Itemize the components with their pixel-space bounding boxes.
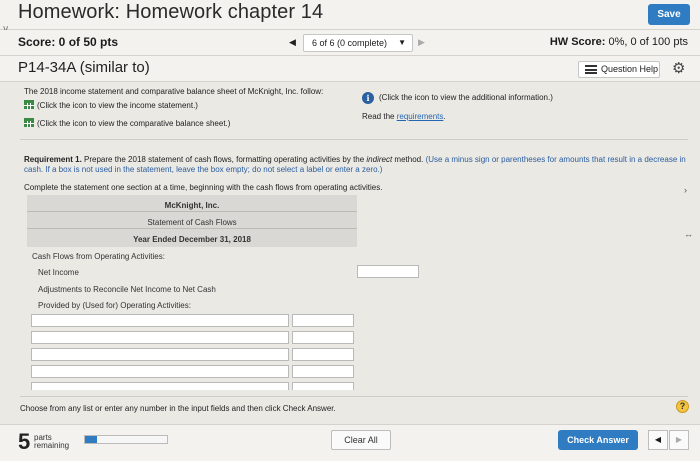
resize-handle-icon[interactable]: ↔: [684, 229, 693, 239]
requirement-body-end: method.: [392, 155, 424, 164]
operating-section-label: Cash Flows from Operating Activities:: [32, 252, 165, 261]
question-content: The 2018 income statement and comparativ…: [0, 82, 700, 424]
net-income-label: Net Income: [38, 268, 79, 277]
parts-remaining-label: parts remaining: [34, 434, 69, 450]
score-bar: Score: 0 of 50 pts ◀ 6 of 6 (0 complete)…: [0, 30, 700, 56]
hw-score-value: 0%, 0 of 100 pts: [608, 36, 689, 48]
account-select[interactable]: [31, 382, 289, 390]
divider: [20, 139, 688, 140]
intro-text: The 2018 income statement and comparativ…: [24, 87, 324, 96]
requirement-method: indirect: [366, 155, 393, 164]
requirement-text: Requirement 1. Prepare the 2018 statemen…: [24, 155, 686, 175]
account-select[interactable]: [31, 365, 289, 378]
table-icon: [24, 118, 34, 127]
parts-progress-bar: [84, 435, 168, 444]
question-help-label: Question Help: [601, 64, 659, 74]
problem-bar: P14-34A (similar to) Question Help ⚙: [0, 56, 700, 82]
company-name: McKnight, Inc.: [164, 201, 220, 210]
next-part-icon[interactable]: ▶: [669, 430, 689, 450]
read-suffix: .: [443, 112, 446, 121]
previous-part-icon[interactable]: ◀: [648, 430, 668, 450]
title-bar: Homework: Homework chapter 14 Save ∨: [0, 0, 700, 35]
complete-instruction: Complete the statement one section at a …: [24, 183, 383, 192]
list-icon: [585, 65, 597, 74]
save-button[interactable]: Save: [648, 4, 690, 25]
read-requirements: Read the requirements.: [362, 112, 446, 121]
gear-icon[interactable]: ⚙: [672, 59, 685, 77]
read-prefix: Read the: [362, 112, 397, 121]
table-icon: [24, 100, 34, 109]
footer: 5 parts remaining Clear All Check Answer…: [0, 424, 700, 461]
net-income-input[interactable]: [357, 265, 419, 278]
statement-name: Statement of Cash Flows: [147, 218, 237, 227]
divider: [20, 396, 688, 397]
income-statement-link-label: (Click the icon to view the income state…: [37, 101, 198, 110]
adjustments-label: Adjustments to Reconcile Net Income to N…: [38, 285, 216, 294]
divider: [27, 228, 357, 229]
check-answer-button[interactable]: Check Answer: [558, 430, 638, 450]
additional-info-link[interactable]: (Click the icon to view the additional i…: [379, 93, 553, 102]
amount-input[interactable]: [292, 331, 354, 344]
question-score: Score: 0 of 50 pts: [18, 35, 119, 49]
requirement-number: Requirement 1.: [24, 155, 82, 164]
income-statement-link[interactable]: (Click the icon to view the income state…: [24, 100, 198, 110]
caret-down-icon: ▼: [398, 38, 406, 47]
parts-label-line2: remaining: [34, 441, 70, 450]
parts-remaining-count: 5: [18, 429, 31, 454]
hw-score: HW Score: 0%, 0 of 100 pts: [550, 36, 688, 48]
account-select[interactable]: [31, 314, 289, 327]
info-icon[interactable]: i: [362, 92, 374, 104]
cash-flow-statement: McKnight, Inc. Statement of Cash Flows Y…: [27, 195, 419, 395]
requirement-body: Prepare the 2018 statement of cash flows…: [84, 155, 367, 164]
statement-period: Year Ended December 31, 2018: [133, 235, 251, 244]
scroll-marker: ›: [684, 185, 687, 195]
hw-score-label: HW Score:: [549, 36, 606, 48]
amount-input[interactable]: [292, 382, 354, 390]
choose-instruction: Choose from any list or enter any number…: [20, 404, 336, 413]
requirements-link[interactable]: requirements: [397, 112, 444, 121]
problem-title: P14-34A (similar to): [18, 59, 150, 76]
account-select[interactable]: [31, 348, 289, 361]
question-selector-label: 6 of 6 (0 complete): [312, 38, 388, 48]
clear-all-button[interactable]: Clear All: [331, 430, 391, 450]
divider: [27, 211, 357, 212]
help-icon[interactable]: ?: [676, 400, 689, 413]
balance-sheet-link-label: (Click the icon to view the comparative …: [37, 119, 231, 128]
amount-input[interactable]: [292, 365, 354, 378]
adjustments-label-2: Provided by (Used for) Operating Activit…: [38, 301, 191, 310]
amount-input[interactable]: [292, 348, 354, 361]
balance-sheet-link[interactable]: (Click the icon to view the comparative …: [24, 118, 230, 128]
previous-question-icon[interactable]: ◀: [289, 37, 296, 48]
account-select[interactable]: [31, 331, 289, 344]
next-question-icon[interactable]: ▶: [418, 37, 425, 48]
progress-fill: [85, 436, 98, 443]
question-help-button[interactable]: Question Help: [578, 61, 660, 78]
amount-input[interactable]: [292, 314, 354, 327]
question-selector[interactable]: 6 of 6 (0 complete) ▼: [303, 34, 413, 52]
statement-header: McKnight, Inc. Statement of Cash Flows Y…: [27, 195, 357, 247]
page-title: Homework: Homework chapter 14: [18, 1, 324, 23]
